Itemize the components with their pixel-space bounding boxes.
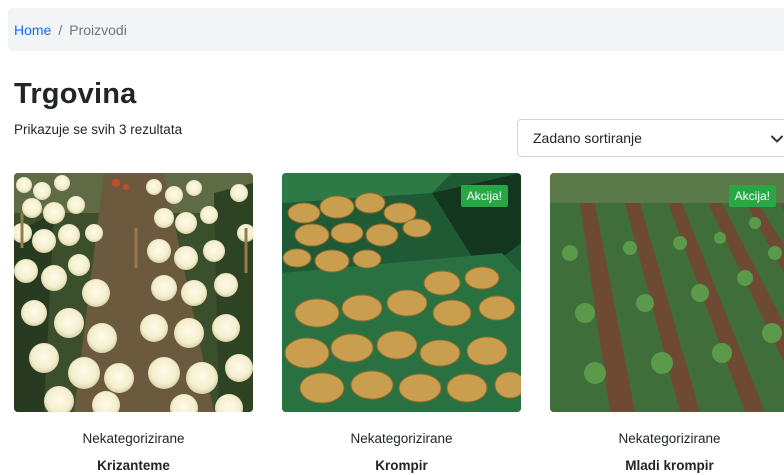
product-name[interactable]: Krompir bbox=[282, 458, 521, 473]
sale-badge: Akcija! bbox=[460, 185, 508, 207]
breadcrumb-current: Proizvodi bbox=[69, 21, 127, 38]
chrysanthemum-field-image bbox=[14, 173, 253, 412]
sale-badge: Akcija! bbox=[728, 185, 776, 207]
product-card-krizanteme[interactable]: Nekategorizirane Krizanteme bbox=[14, 173, 253, 473]
breadcrumb: Home / Proizvodi bbox=[8, 8, 784, 51]
product-card-mladi-krompir[interactable]: Akcija! Nekategorizirane Mladi krompir bbox=[550, 173, 784, 473]
sort-select-value: Zadano sortiranje bbox=[533, 130, 642, 146]
potatoes-crate-image bbox=[282, 173, 521, 412]
product-name[interactable]: Krizanteme bbox=[14, 458, 253, 473]
result-count: Prikazuje se svih 3 rezultata bbox=[14, 122, 183, 137]
breadcrumb-home-link[interactable]: Home bbox=[14, 22, 51, 38]
product-image[interactable]: Akcija! bbox=[282, 173, 521, 412]
page-title: Trgovina bbox=[14, 78, 137, 110]
product-image[interactable] bbox=[14, 173, 253, 412]
potato-field-image bbox=[550, 173, 784, 412]
product-card-krompir[interactable]: Akcija! Nekategorizirane Krompir bbox=[282, 173, 521, 473]
breadcrumb-separator: / bbox=[58, 21, 63, 38]
chevron-down-icon bbox=[770, 132, 784, 149]
product-image[interactable]: Akcija! bbox=[550, 173, 784, 412]
product-category[interactable]: Nekategorizirane bbox=[282, 431, 521, 446]
sort-select[interactable]: Zadano sortiranje bbox=[517, 119, 784, 157]
product-name[interactable]: Mladi krompir bbox=[550, 458, 784, 473]
product-category[interactable]: Nekategorizirane bbox=[550, 431, 784, 446]
product-category[interactable]: Nekategorizirane bbox=[14, 431, 253, 446]
